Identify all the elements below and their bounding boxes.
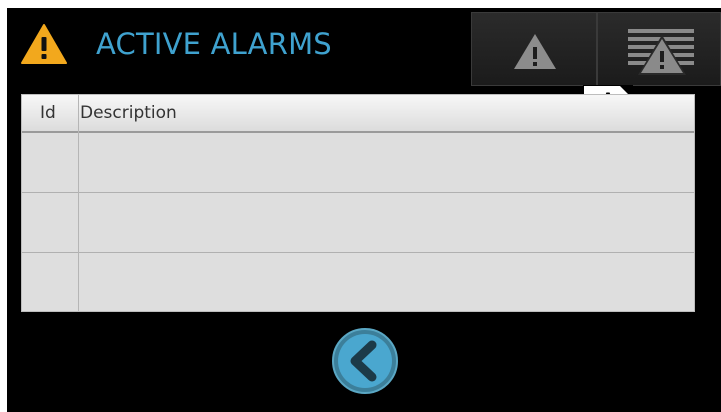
alarm-screen: ACTIVE ALARMS Id Description <box>7 8 721 412</box>
table-row[interactable] <box>22 193 694 253</box>
alarm-history-button[interactable] <box>597 12 721 86</box>
table-row[interactable] <box>22 253 694 313</box>
table-row[interactable] <box>22 133 694 193</box>
column-header-description: Description <box>80 103 177 123</box>
column-header-id: Id <box>40 103 56 123</box>
alarm-list-icon <box>628 29 694 75</box>
table-header: Id Description <box>22 95 694 133</box>
page-title: ACTIVE ALARMS <box>96 27 332 61</box>
alarms-table: Id Description <box>21 94 695 312</box>
warning-triangle-icon <box>514 34 556 69</box>
back-button[interactable] <box>330 326 400 396</box>
column-divider <box>78 95 79 311</box>
active-alarms-button[interactable] <box>471 12 597 86</box>
warning-triangle-icon <box>21 24 67 64</box>
header-bar: ACTIVE ALARMS <box>7 8 721 86</box>
